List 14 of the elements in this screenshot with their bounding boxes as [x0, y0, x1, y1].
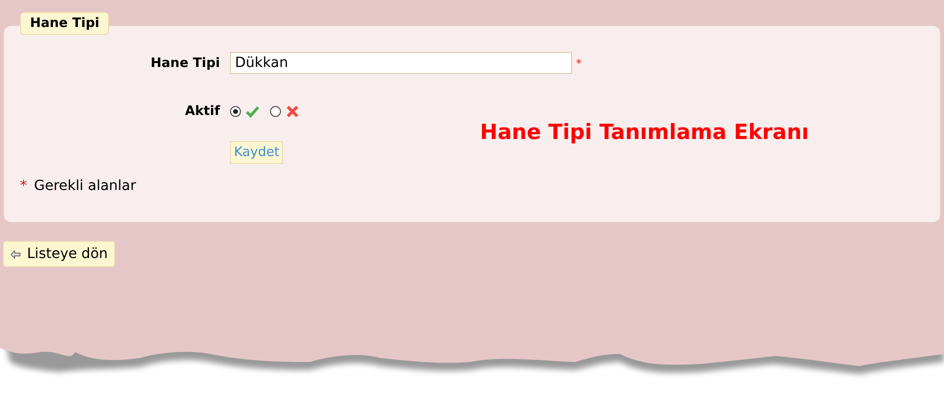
annotation-text: Hane Tipi Tanımlama Ekranı: [480, 120, 809, 144]
radio-button[interactable]: [230, 106, 241, 117]
arrow-left-icon: [10, 250, 21, 258]
required-mark: *: [20, 178, 27, 194]
radio-button[interactable]: [270, 106, 281, 117]
panel-legend: Hane Tipi: [20, 12, 110, 35]
required-note: Gerekli alanlar: [34, 178, 136, 194]
input-field[interactable]: Dükkan: [230, 52, 572, 74]
back-button[interactable]: Listeye dön: [3, 241, 115, 267]
field-label: Aktif: [184, 104, 220, 119]
close-icon: [285, 104, 300, 119]
check-icon: [245, 104, 260, 119]
required-mark: *: [576, 56, 582, 70]
field-label: Hane Tipi: [150, 56, 220, 70]
